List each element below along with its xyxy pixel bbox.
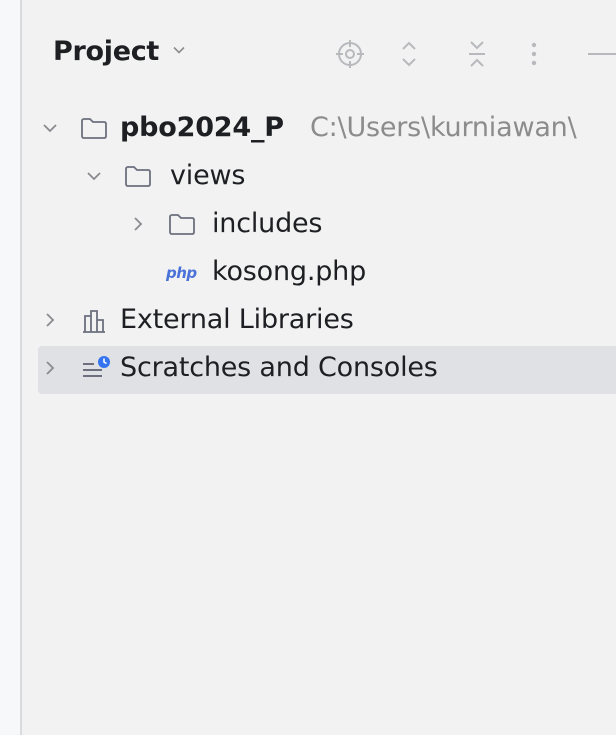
chevron-down-icon[interactable] (84, 166, 104, 190)
tree-item-includes[interactable]: includes (38, 202, 616, 250)
tree-item-scratches-and-consoles[interactable]: Scratches and Consoles (38, 346, 616, 394)
chevron-right-icon[interactable] (40, 358, 60, 382)
scratches-icon (80, 354, 112, 386)
hide-icon[interactable] (582, 36, 616, 76)
panel-header: Project (22, 30, 616, 78)
folder-icon (80, 116, 108, 144)
tool-window-strip (0, 0, 22, 735)
chevron-down-icon[interactable] (172, 42, 186, 61)
chevron-right-icon[interactable] (40, 310, 60, 334)
project-root-path: C:\Users\kurniawan\ (310, 112, 577, 143)
kosong-php-label: kosong.php (212, 256, 367, 287)
locate-icon[interactable] (332, 36, 368, 76)
tree-item-external-libraries[interactable]: External Libraries (38, 298, 616, 346)
panel-title[interactable]: Project (53, 36, 159, 67)
external-libraries-label: External Libraries (120, 304, 354, 335)
more-options-icon[interactable] (528, 36, 540, 76)
expand-all-icon[interactable] (394, 36, 424, 76)
scratches-and-consoles-label: Scratches and Consoles (120, 352, 438, 383)
chevron-right-icon[interactable] (128, 214, 148, 238)
includes-label: includes (212, 208, 323, 239)
php-file-icon: php (166, 264, 197, 282)
tree-item-project-root[interactable]: pbo2024_P C:\Users\kurniawan\ (38, 106, 616, 154)
project-panel: Project pbo2024_P C:\Users\kurniawan\ vi… (22, 0, 616, 735)
library-icon (80, 308, 108, 338)
folder-icon (124, 164, 152, 192)
chevron-down-icon[interactable] (40, 118, 60, 142)
tree-item-kosong-php[interactable]: php kosong.php (38, 250, 616, 298)
folder-icon (168, 212, 196, 240)
project-root-label: pbo2024_P (120, 112, 284, 143)
views-label: views (170, 160, 246, 191)
tree-item-views[interactable]: views (38, 154, 616, 202)
collapse-all-icon[interactable] (462, 36, 492, 76)
